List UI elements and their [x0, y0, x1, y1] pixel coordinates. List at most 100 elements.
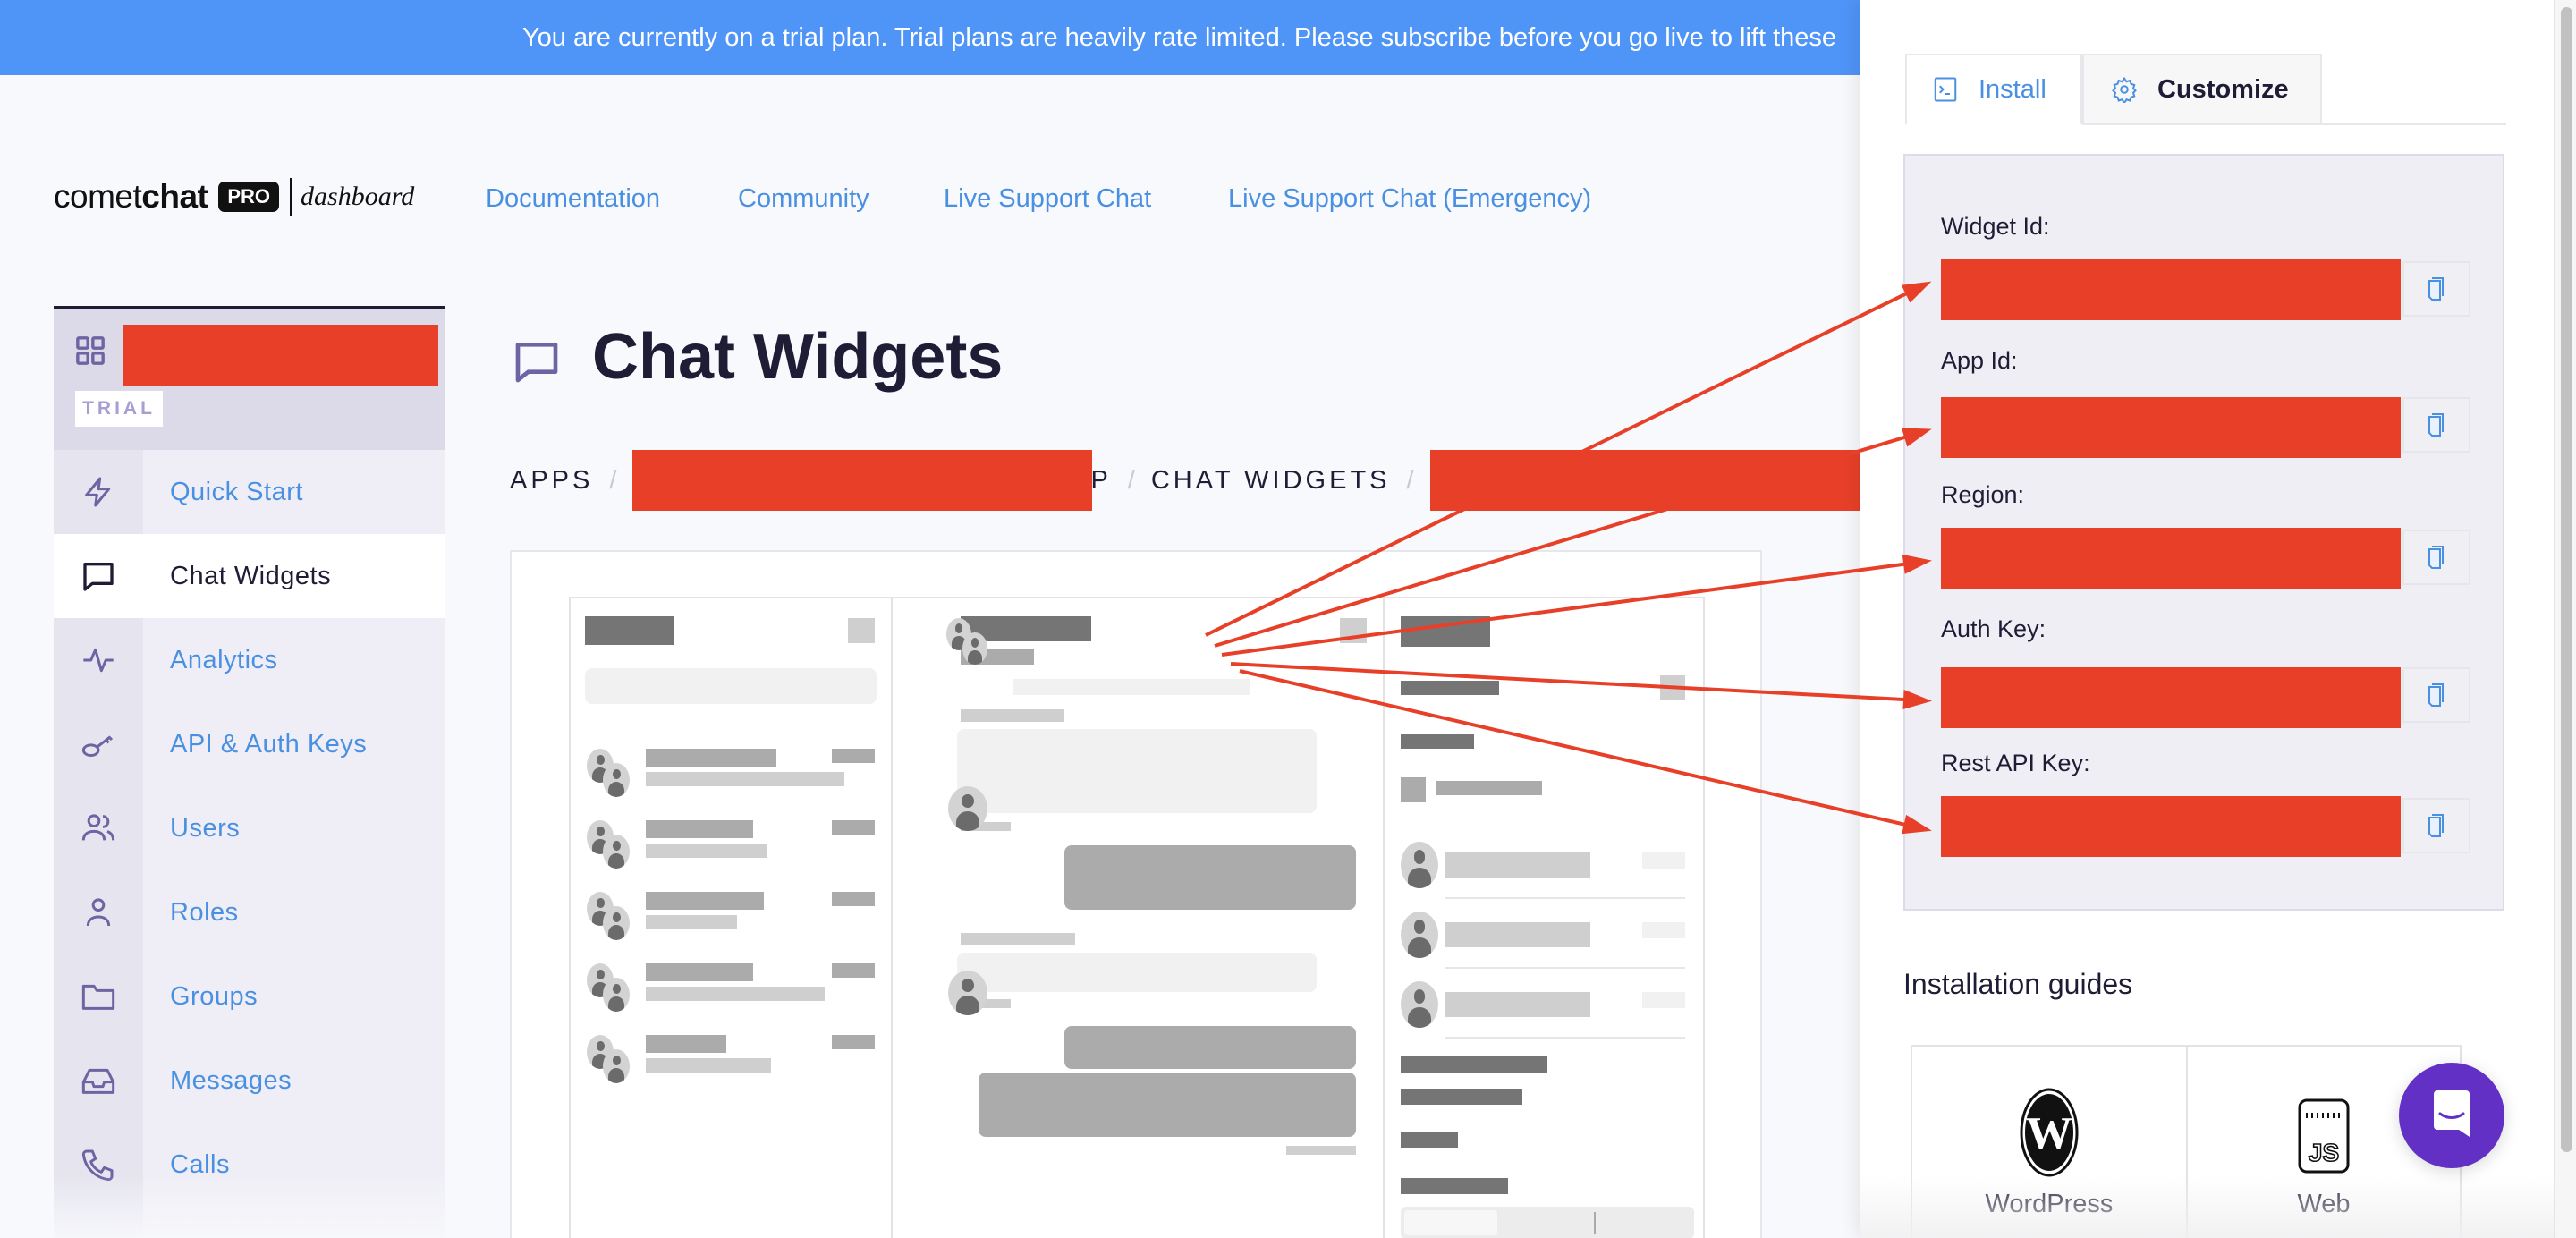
preview-list-snippet — [646, 772, 844, 786]
preview-sender-name — [961, 709, 1064, 722]
chat-launcher-icon — [2434, 1090, 2470, 1137]
breadcrumb-separator: / — [1406, 465, 1414, 495]
preview-date-pill — [1013, 679, 1250, 695]
sidebar-item-label: Messages — [170, 1065, 292, 1095]
sidebar-item-roles[interactable]: Roles — [54, 870, 445, 954]
preview-list-time — [832, 963, 875, 978]
wordpress-icon: W — [2020, 1088, 2079, 1177]
sidebar-item-chat-widgets[interactable]: Chat Widgets — [54, 534, 445, 618]
preview-list-name — [646, 892, 764, 910]
breadcrumb-chat-widgets[interactable]: CHAT WIDGETS — [1151, 466, 1391, 496]
chat-launcher-button[interactable] — [2399, 1063, 2504, 1168]
preview-list-name — [646, 749, 776, 767]
grid-icon[interactable] — [75, 335, 106, 366]
preview-list-snippet — [646, 987, 825, 1001]
preview-member-name — [1445, 922, 1590, 947]
sidebar-item-messages[interactable]: Messages — [54, 1039, 445, 1123]
breadcrumb-app-name-redacted[interactable] — [632, 450, 1093, 511]
copy-auth-key-button[interactable] — [2402, 667, 2470, 723]
preview-group-avatar — [603, 906, 630, 940]
tab-install[interactable]: Install — [1905, 54, 2082, 125]
guide-wordpress[interactable]: W WordPress — [1912, 1047, 2186, 1238]
preview-details-title — [1401, 616, 1490, 647]
sidebar-item-label: Users — [170, 813, 241, 843]
logo[interactable]: cometchat PRO dashboard — [54, 174, 414, 219]
page-scrollbar[interactable] — [2554, 0, 2576, 1238]
breadcrumb-separator: / — [1127, 465, 1135, 495]
preview-details-line — [1401, 734, 1474, 749]
nav-documentation-link[interactable]: Documentation — [486, 184, 660, 214]
preview-group-avatar — [962, 632, 987, 665]
preview-list-snippet — [646, 1058, 771, 1073]
widget-preview — [510, 550, 1762, 1238]
logo-wordmark: cometchat — [54, 178, 208, 215]
preview-list-name — [646, 820, 753, 838]
preview-divider — [891, 598, 893, 1238]
breadcrumb: APPS / P / CHAT WIDGETS / — [510, 450, 1863, 511]
svg-text:JS: JS — [2309, 1139, 2339, 1166]
app-id-value-redacted[interactable] — [1941, 397, 2401, 458]
preview-list-snippet — [646, 844, 767, 858]
activity-icon — [83, 648, 114, 673]
preview-sender-name — [961, 933, 1075, 945]
breadcrumb-widget-name-redacted — [1429, 450, 1863, 511]
sidebar-fade — [54, 1175, 445, 1238]
sidebar-item-label: API & Auth Keys — [170, 729, 368, 759]
sidebar-item-label: Quick Start — [170, 477, 303, 506]
auth-key-value-redacted[interactable] — [1941, 667, 2401, 728]
preview-details-check — [1401, 777, 1426, 802]
nav-live-support-emergency-link[interactable]: Live Support Chat (Emergency) — [1228, 184, 1591, 214]
copy-icon — [2428, 683, 2444, 707]
panel-tabs: Install Customize — [1905, 54, 2506, 125]
preview-message-out — [979, 1073, 1356, 1137]
preview-member-divider — [1445, 967, 1685, 969]
chat-bubble-icon — [515, 343, 558, 383]
preview-list-time — [832, 1035, 875, 1049]
sidebar-item-users[interactable]: Users — [54, 786, 445, 870]
copy-icon — [2428, 413, 2444, 437]
install-panel: Install Customize Widget Id: App Id: Reg… — [1860, 0, 2554, 1238]
preview-member-role — [1642, 852, 1685, 869]
sidebar-item-label: Chat Widgets — [170, 561, 332, 590]
preview-member-avatar — [1401, 912, 1438, 958]
preview-user-avatar — [948, 971, 987, 1015]
sidebar-item-label: Analytics — [170, 645, 278, 674]
copy-app-id-button[interactable] — [2402, 397, 2470, 453]
rest-api-key-value-redacted[interactable] — [1941, 796, 2401, 857]
logo-pro-badge: PRO — [218, 182, 280, 212]
region-value-redacted[interactable] — [1941, 528, 2401, 589]
trial-badge: TRIAL — [75, 391, 163, 427]
preview-group-avatar — [603, 835, 630, 869]
copy-rest-api-key-button[interactable] — [2402, 798, 2470, 853]
preview-group-avatar — [603, 978, 630, 1012]
sidebar-item-analytics[interactable]: Analytics — [54, 618, 445, 702]
preview-member-avatar — [1401, 842, 1438, 888]
nav-live-support-link[interactable]: Live Support Chat — [944, 184, 1151, 214]
svg-text:W: W — [2026, 1108, 2072, 1159]
sidebar-item-groups[interactable]: Groups — [54, 954, 445, 1039]
preview-group-avatar — [603, 763, 630, 797]
preview-divider — [1383, 598, 1385, 1238]
gear-icon — [2112, 76, 2137, 103]
breadcrumb-apps[interactable]: APPS — [510, 466, 593, 496]
copy-icon — [2428, 814, 2444, 837]
auth-key-label: Auth Key: — [1941, 615, 2046, 642]
copy-widget-id-button[interactable] — [2402, 261, 2470, 317]
sidebar-item-api-auth-keys[interactable]: API & Auth Keys — [54, 702, 445, 786]
nav-community-link[interactable]: Community — [738, 184, 869, 214]
installation-guides: W WordPress JS Web — [1911, 1045, 2462, 1238]
copy-region-button[interactable] — [2402, 530, 2470, 585]
app-switcher[interactable]: TRIAL — [54, 309, 445, 450]
preview-details-line — [1401, 681, 1499, 695]
scrollbar-thumb[interactable] — [2561, 7, 2572, 1152]
preview-search — [585, 668, 877, 704]
widget-id-value-redacted[interactable] — [1941, 259, 2401, 320]
copy-icon — [2428, 277, 2444, 301]
sidebar-item-quick-start[interactable]: Quick Start — [54, 450, 445, 534]
preview-message-in — [957, 953, 1317, 992]
trial-banner-text: You are currently on a trial plan. Trial… — [522, 23, 1837, 52]
preview-group-avatar — [603, 1049, 630, 1083]
tab-customize[interactable]: Customize — [2082, 54, 2322, 125]
copy-icon — [2428, 546, 2444, 569]
javascript-icon: JS — [2298, 1098, 2350, 1174]
